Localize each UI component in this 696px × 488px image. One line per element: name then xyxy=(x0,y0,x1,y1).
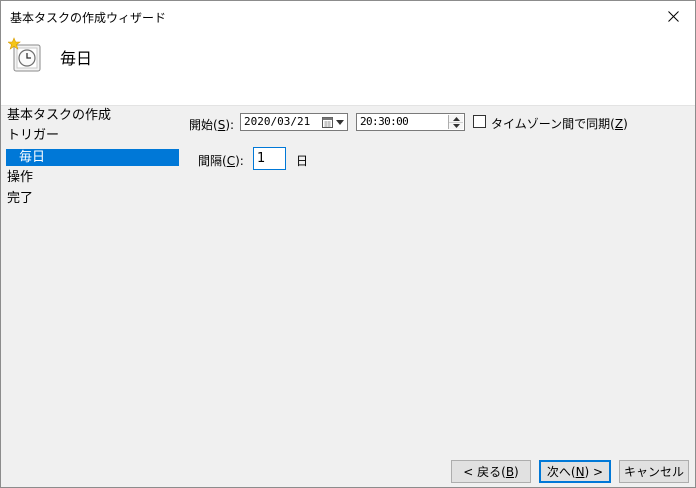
close-icon xyxy=(667,10,679,22)
back-button[interactable]: < 戻る(B) xyxy=(451,460,531,483)
start-time-value: 20:30:00 xyxy=(360,115,409,128)
wizard-step-list: 基本タスクの作成 トリガー 毎日 操作 完了 xyxy=(1,105,181,405)
arrow-down-icon xyxy=(452,123,460,128)
close-button[interactable] xyxy=(651,1,695,31)
start-date-picker[interactable]: 2020/03/21 xyxy=(240,113,348,131)
step-trigger[interactable]: トリガー xyxy=(7,127,59,144)
calendar-clock-icon xyxy=(8,37,41,72)
start-time-spinner[interactable]: 20:30:00 xyxy=(356,113,465,131)
time-spin-buttons xyxy=(448,115,463,129)
interval-value: 1 xyxy=(257,151,266,166)
step-action[interactable]: 操作 xyxy=(7,169,33,186)
interval-label: 間隔(C): xyxy=(198,154,244,168)
wizard-window: 基本タスクの作成ウィザード 毎日 基本タスクの作成 トリガー 毎日 操作 完了 … xyxy=(0,0,696,488)
interval-input[interactable]: 1 xyxy=(253,147,286,170)
window-title: 基本タスクの作成ウィザード xyxy=(10,11,167,25)
timezone-sync-checkbox[interactable] xyxy=(473,115,486,128)
spin-down-button[interactable] xyxy=(449,122,463,129)
arrow-up-icon xyxy=(452,116,460,121)
cancel-button[interactable]: キャンセル xyxy=(619,460,689,483)
next-button[interactable]: 次へ(N) > xyxy=(539,460,611,483)
wizard-header: 毎日 xyxy=(1,31,695,106)
step-finish[interactable]: 完了 xyxy=(7,190,33,207)
title-bar: 基本タスクの作成ウィザード xyxy=(1,1,695,31)
interval-unit: 日 xyxy=(296,154,309,168)
chevron-down-icon[interactable] xyxy=(336,120,344,125)
calendar-icon xyxy=(322,117,333,128)
start-date-value: 2020/03/21 xyxy=(244,115,311,128)
step-create-basic-task[interactable]: 基本タスクの作成 xyxy=(7,107,111,124)
timezone-sync-label[interactable]: タイムゾーン間で同期(Z) xyxy=(491,115,628,132)
page-title: 毎日 xyxy=(60,49,93,68)
start-label: 開始(S): xyxy=(189,118,235,132)
step-daily[interactable]: 毎日 xyxy=(6,149,179,166)
